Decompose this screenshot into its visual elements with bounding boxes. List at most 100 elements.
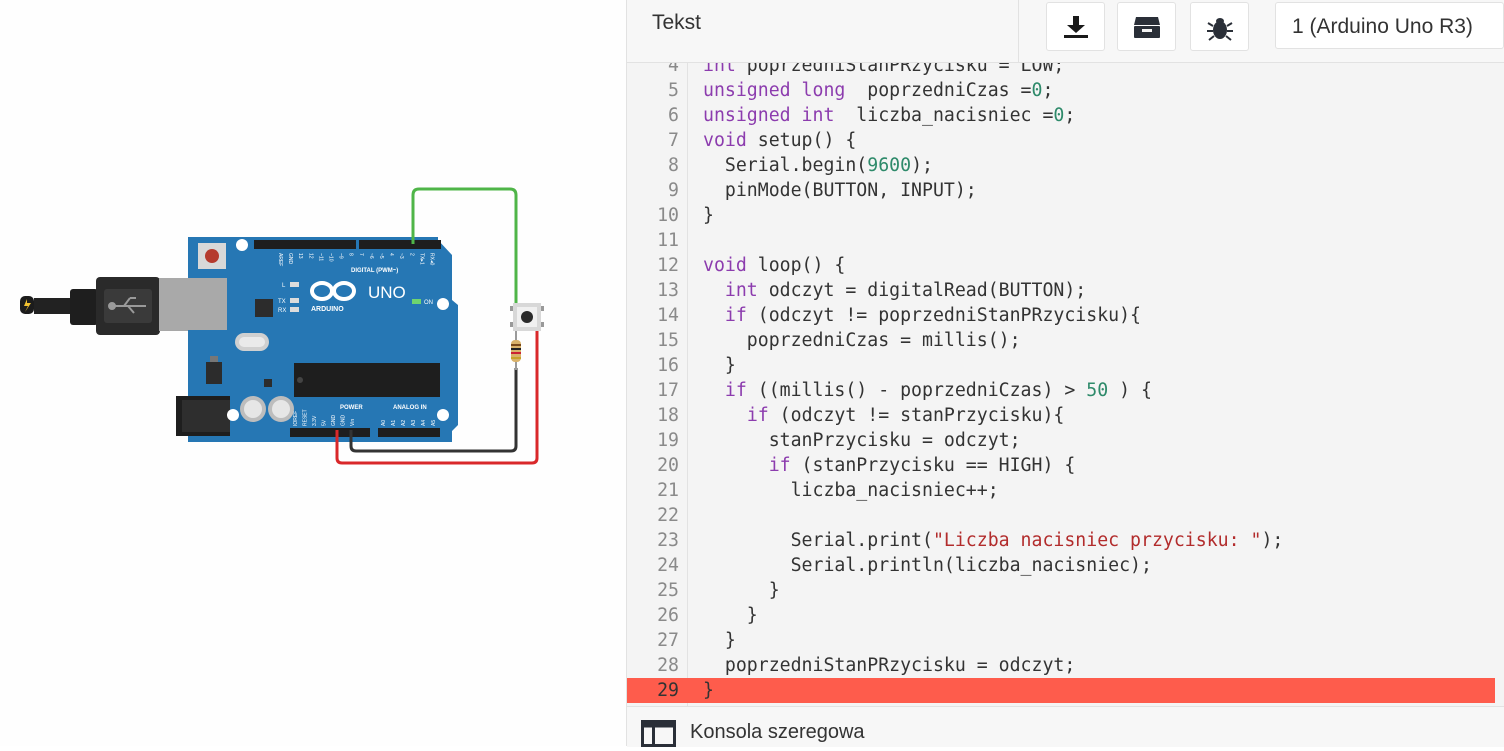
code-line[interactable]: 4 int poprzedniStanPRzycisku = LOW; <box>627 63 1504 78</box>
line-number: 13 <box>657 280 679 301</box>
code-text: poprzedniStanPRzycisku = odczyt; <box>703 653 1075 678</box>
code-token: pinMode(BUTTON, INPUT); <box>703 180 977 201</box>
code-token: if <box>724 305 747 326</box>
code-text: int poprzedniStanPRzycisku = LOW; <box>703 63 1064 78</box>
code-line[interactable]: 17 if ((millis() - poprzedniCzas) > 50 )… <box>627 378 1504 403</box>
code-line[interactable]: 12 void loop() { <box>627 253 1504 278</box>
code-token: poprzedniStanPRzycisku = LOW; <box>735 63 1065 76</box>
code-token: (stanPrzycisku == HIGH) { <box>790 455 1076 476</box>
arduino-uno-board[interactable]: UNO ARDUINO L TX RX ON AREF GND 13 12 ~11 ~10… <box>159 237 458 442</box>
code-token: } <box>703 630 736 651</box>
pushbutton[interactable] <box>510 303 544 331</box>
led-rx-label: RX <box>278 308 286 314</box>
pin-label: A2 <box>401 420 407 426</box>
code-line[interactable]: 22 <box>627 503 1504 528</box>
code-line[interactable]: 23 Serial.print("Liczba nacisniec przyci… <box>627 528 1504 553</box>
code-text: } <box>703 578 780 603</box>
resistor[interactable] <box>511 331 521 370</box>
download-icon <box>1063 15 1088 38</box>
code-line[interactable]: 25 } <box>627 578 1504 603</box>
code-text: Serial.begin(9600); <box>703 153 933 178</box>
circuit-canvas[interactable]: UNO ARDUINO L TX RX ON AREF GND 13 12 ~11 ~10… <box>0 0 626 746</box>
pin-label: GND <box>331 415 337 427</box>
code-token: } <box>703 355 736 376</box>
pin-label: 4 <box>388 253 394 256</box>
line-number: 26 <box>657 605 679 626</box>
line-number: 17 <box>657 380 679 401</box>
code-text: Serial.println(liczba_nacisniec); <box>703 553 1152 578</box>
device-select[interactable]: 1 (Arduino Uno R3) <box>1275 2 1504 49</box>
code-line[interactable]: 20 if (stanPrzycisku == HIGH) { <box>627 453 1504 478</box>
code-token: int <box>724 280 758 301</box>
code-token: unsigned long <box>703 80 846 101</box>
line-number: 4 <box>668 63 679 76</box>
analog-header <box>378 428 440 437</box>
code-line[interactable]: 27 } <box>627 628 1504 653</box>
pin-label: TX▸1 <box>418 253 424 265</box>
digital-header-right <box>359 240 441 249</box>
code-token: Serial.println(liczba_nacisniec); <box>703 555 1152 576</box>
code-token: ; <box>1042 80 1054 101</box>
pin-label: 8 <box>348 253 354 256</box>
code-line[interactable]: 5 unsigned long poprzedniCzas =0; <box>627 78 1504 103</box>
code-line[interactable]: 24 Serial.println(liczba_nacisniec); <box>627 553 1504 578</box>
code-editor[interactable]: 4 int poprzedniStanPRzycisku = LOW; 5 unsig… <box>627 63 1504 706</box>
pin-label: AREF <box>277 253 283 266</box>
code-line[interactable]: 26 } <box>627 603 1504 628</box>
editor-toolbar: Tekst 1 (Arduino Uno R3) <box>627 0 1504 63</box>
code-text: Serial.print("Liczba nacisniec przycisku… <box>703 528 1284 553</box>
led-tx-label: TX <box>278 299 286 305</box>
code-text: if (odczyt != poprzedniStanPRzycisku){ <box>703 303 1141 328</box>
line-number: 9 <box>668 180 679 201</box>
line-number: 20 <box>657 455 679 476</box>
digital-header-label: DIGITAL (PWM~) <box>351 268 398 274</box>
code-line[interactable]: 8 Serial.begin(9600); <box>627 153 1504 178</box>
code-line[interactable]: 28 poprzedniStanPRzycisku = odczyt; <box>627 653 1504 678</box>
code-line[interactable]: 13 int odczyt = digitalRead(BUTTON); <box>627 278 1504 303</box>
library-button[interactable] <box>1117 2 1176 51</box>
board-brand-label: ARDUINO <box>311 306 344 313</box>
editor-scrollbar[interactable] <box>1495 63 1504 706</box>
pin-label: GND <box>287 253 293 265</box>
code-line[interactable]: 7 void setup() { <box>627 128 1504 153</box>
code-line[interactable]: 16 } <box>627 353 1504 378</box>
pin-label: 2 <box>408 253 414 256</box>
library-box-icon <box>1133 16 1160 38</box>
code-token: ) { <box>1108 380 1152 401</box>
code-line[interactable]: 6 unsigned int liczba_nacisniec =0; <box>627 103 1504 128</box>
line-number: 5 <box>668 80 679 101</box>
pin-label: ~9 <box>338 253 344 259</box>
code-line[interactable]: 9 pinMode(BUTTON, INPUT); <box>627 178 1504 203</box>
pin-label: 5V <box>322 419 328 426</box>
code-text: if (stanPrzycisku == HIGH) { <box>703 453 1076 478</box>
code-text: stanPrzycisku = odczyt; <box>703 428 1021 453</box>
code-text: } <box>703 203 714 228</box>
editor-mode-label[interactable]: Tekst <box>652 11 701 35</box>
line-number: 25 <box>657 580 679 601</box>
line-number: 22 <box>657 505 679 526</box>
code-line-error[interactable]: 29} <box>627 678 1504 703</box>
code-text: unsigned int liczba_nacisniec =0; <box>703 103 1075 128</box>
code-token: unsigned int <box>703 105 835 126</box>
download-button[interactable] <box>1046 2 1105 51</box>
code-line[interactable]: 11 <box>627 228 1504 253</box>
code-line[interactable]: 15 poprzedniCzas = millis(); <box>627 328 1504 353</box>
pin-label: IOREF <box>293 411 299 426</box>
pin-label: 3.3V <box>312 415 318 426</box>
code-line[interactable]: 14 if (odczyt != poprzedniStanPRzycisku)… <box>627 303 1504 328</box>
board-model-label: UNO <box>368 283 406 302</box>
line-number: 23 <box>657 530 679 551</box>
debugger-button[interactable] <box>1190 2 1249 51</box>
serial-console-bar[interactable]: Konsola szeregowa <box>627 706 1504 747</box>
code-line[interactable]: 21 liczba_nacisniec++; <box>627 478 1504 503</box>
code-token: liczba_nacisniec++; <box>703 480 999 501</box>
code-token: loop() { <box>746 255 846 276</box>
code-token: void <box>703 130 747 151</box>
code-line[interactable]: 19 stanPrzycisku = odczyt; <box>627 428 1504 453</box>
code-line[interactable]: 10} <box>627 203 1504 228</box>
code-line[interactable]: 18 if (odczyt != stanPrzycisku){ <box>627 403 1504 428</box>
